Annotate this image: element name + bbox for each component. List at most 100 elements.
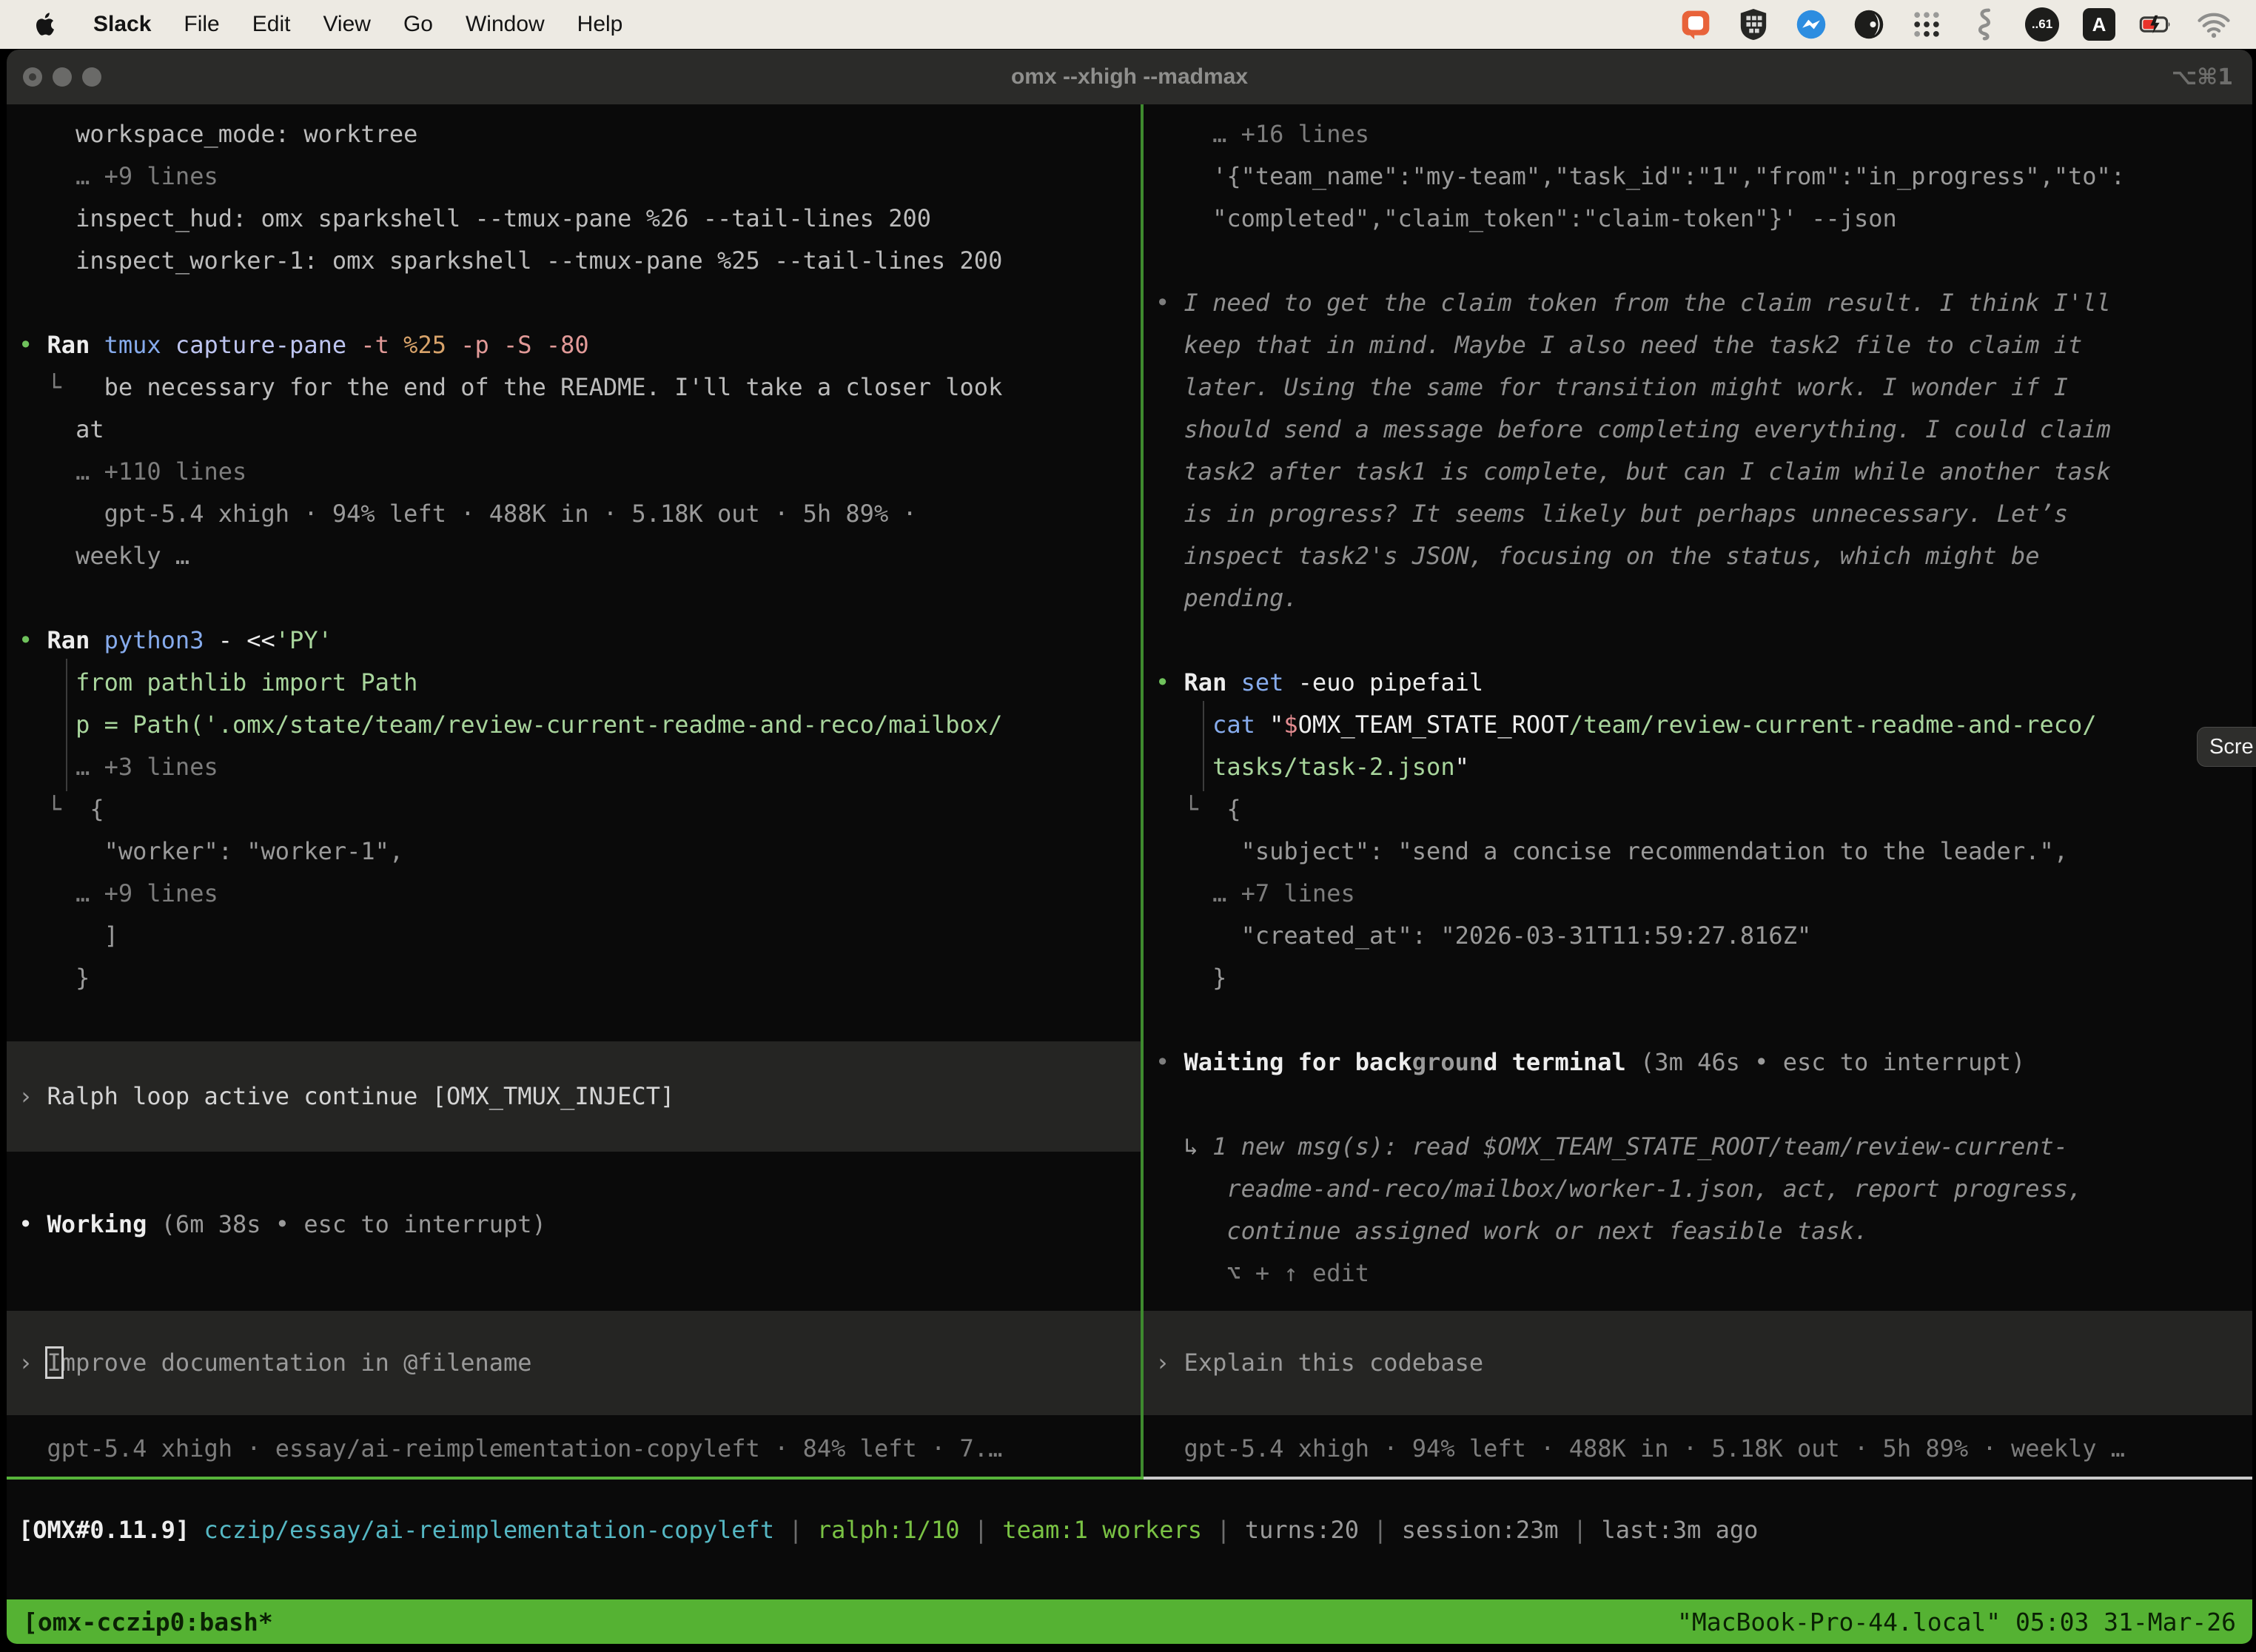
- badge-61-label: ..61: [2032, 17, 2052, 32]
- text-span: Working: [47, 1210, 147, 1238]
- text-span: Ralph loop active continue [OMX_TMUX_INJ…: [47, 1082, 675, 1110]
- terminal-line: pending.: [1155, 577, 2252, 620]
- model-status-line: gpt-5.4 xhigh · essay/ai-reimplementatio…: [19, 1428, 1141, 1470]
- text-span: … +9 lines: [19, 162, 218, 190]
- text-span: p = Path('.omx/state/team/review-current…: [19, 711, 1002, 739]
- text-span: last:3m ago: [1601, 1516, 1758, 1544]
- text-span: "subject": "send a concise recommendatio…: [1155, 837, 2068, 865]
- terminal-line: ]: [19, 915, 1141, 957]
- text-span: 1 new msg(s): read $OMX_TEAM_STATE_ROOT/…: [1212, 1132, 2068, 1161]
- input-source-icon[interactable]: A: [2083, 8, 2115, 41]
- text-span: I need to get the claim token from the c…: [1184, 289, 2111, 317]
- window-title-bar[interactable]: omx --xhigh --madmax ⌥⌘1: [7, 50, 2252, 104]
- terminal-line: "worker": "worker-1",: [19, 830, 1141, 873]
- model-status-line: gpt-5.4 xhigh · 94% left · 488K in · 5.1…: [1155, 1428, 2252, 1470]
- traffic-lights: [23, 50, 101, 104]
- close-button[interactable]: [23, 67, 42, 87]
- text-span: gpt-5.4 xhigh · 94% left · 488K in · 5.1…: [19, 500, 917, 528]
- moon-toggle-icon[interactable]: [1852, 7, 1886, 41]
- text-span: team:1 workers: [1002, 1516, 1202, 1544]
- text-span: gpt-5.4 xhigh · essay/ai-reimplementatio…: [19, 1434, 1002, 1463]
- window-title: omx --xhigh --madmax: [7, 64, 2252, 90]
- text-span: set: [1241, 668, 1284, 696]
- terminal-line: cat "$OMX_TEAM_STATE_ROOT/team/review-cu…: [1155, 704, 2252, 746]
- text-span: └: [1155, 795, 1226, 823]
- terminal-line: └ be necessary for the end of the README…: [19, 366, 1141, 409]
- terminal-line: task2 after task1 is complete, but can I…: [1155, 451, 2252, 493]
- squiggle-icon[interactable]: [1967, 7, 2001, 41]
- minimize-button[interactable]: [53, 67, 72, 87]
- text-span: ↳: [1155, 1132, 1212, 1161]
- prompt-input[interactable]: › Improve documentation in @filename: [7, 1311, 1141, 1415]
- text-span: (6m 38s • esc to interrupt): [147, 1210, 545, 1238]
- terminal-line: inspect_hud: omx sparkshell --tmux-pane …: [19, 198, 1141, 240]
- terminal-line: gpt-5.4 xhigh · 94% left · 488K in · 5.1…: [19, 493, 1141, 535]
- menu-item-slack[interactable]: Slack: [93, 12, 151, 37]
- text-span: … +7 lines: [1155, 879, 1355, 907]
- chat-app-icon[interactable]: [1679, 7, 1713, 41]
- apple-menu-icon[interactable]: [34, 10, 59, 39]
- dots-grid-icon[interactable]: [1910, 7, 1944, 41]
- blank-line: [19, 577, 1141, 620]
- text-span: |: [774, 1516, 817, 1544]
- text-span: Explain this codebase: [1184, 1349, 1484, 1377]
- text-span: -p -S -80: [446, 331, 589, 359]
- ran-cat-command: • Ran set -euo pipefail: [1155, 662, 2252, 704]
- spacer: [1155, 1415, 2252, 1428]
- text-span: 'PY': [275, 626, 332, 654]
- spacer: [19, 1246, 1141, 1311]
- zoom-button[interactable]: [82, 67, 101, 87]
- menu-item-window[interactable]: Window: [466, 12, 545, 37]
- menu-item-view[interactable]: View: [323, 12, 370, 37]
- text-span: groun: [1412, 1048, 1483, 1076]
- wifi-icon[interactable]: [2197, 7, 2231, 41]
- tmux-host-clock: "MacBook-Pro-44.local" 05:03 31-Mar-26: [1677, 1608, 2236, 1636]
- text-span: be necessary for the end of the README. …: [104, 373, 1003, 401]
- text-span: inspect_worker-1: omx sparkshell --tmux-…: [19, 246, 1002, 275]
- text-span: [1155, 711, 1212, 739]
- menu-item-help[interactable]: Help: [577, 12, 623, 37]
- terminal-line: }: [1155, 957, 2252, 999]
- omx-session-status-line: [OMX#0.11.9] cczip/essay/ai-reimplementa…: [19, 1509, 2252, 1551]
- text-span: -t: [346, 331, 389, 359]
- terminal-line: is in progress? It seems likely but perh…: [1155, 493, 2252, 535]
- menu-bar: Slack File Edit View Go Window Help ..61 A: [0, 0, 2256, 49]
- left-terminal-pane[interactable]: workspace_mode: worktree … +9 lines insp…: [7, 104, 1141, 1477]
- text-span: └: [19, 795, 90, 823]
- new-message-note: ↳ 1 new msg(s): read $OMX_TEAM_STATE_ROO…: [1155, 1126, 2252, 1168]
- omx-status-area: [OMX#0.11.9] cczip/essay/ai-reimplementa…: [7, 1480, 2252, 1599]
- waiting-status: • Waiting for background terminal (3m 46…: [1155, 1041, 2252, 1084]
- text-span: "completed","claim_token":"claim-token"}…: [1155, 204, 1897, 232]
- tooltip: Scre: [2197, 727, 2256, 767]
- text-span: d terminal: [1483, 1048, 1626, 1076]
- terminal-line: p = Path('.omx/state/team/review-current…: [19, 704, 1141, 746]
- menu-item-file[interactable]: File: [184, 12, 219, 37]
- terminal-line: readme-and-reco/mailbox/worker-1.json, a…: [1155, 1168, 2252, 1210]
- text-span: - <<: [204, 626, 275, 654]
- terminal-line: … +9 lines: [19, 873, 1141, 915]
- menubar-status-icons: ..61 A: [1679, 7, 2231, 41]
- text-span: turns:20: [1245, 1516, 1359, 1544]
- text-span: keep that in mind. Maybe I also need the…: [1155, 331, 2082, 359]
- text-span: •: [19, 331, 47, 359]
- battery-icon[interactable]: [2139, 7, 2173, 41]
- terminal-line: › Ralph loop active continue [OMX_TMUX_I…: [19, 1075, 1141, 1118]
- terminal-line: └ {: [19, 788, 1141, 830]
- shield-grid-icon[interactable]: [1736, 7, 1770, 41]
- badge-61-icon[interactable]: ..61: [2025, 7, 2059, 41]
- spacer: [19, 1415, 1141, 1428]
- prompt-input[interactable]: › Explain this codebase: [1144, 1311, 2252, 1415]
- terminal-line: … +16 lines: [1155, 113, 2252, 155]
- terminal-line: › Explain this codebase: [1155, 1342, 2252, 1384]
- right-terminal-pane[interactable]: … +16 lines '{"team_name":"my-team","tas…: [1144, 104, 2252, 1477]
- messenger-icon[interactable]: [1794, 7, 1828, 41]
- ralph-loop-banner: › Ralph loop active continue [OMX_TMUX_I…: [7, 1041, 1141, 1152]
- screen: Slack File Edit View Go Window Help ..61 A: [0, 0, 2256, 1652]
- tooltip-text: Scre: [2209, 735, 2254, 759]
- menu-item-go[interactable]: Go: [403, 12, 433, 37]
- terminal-line: workspace_mode: worktree: [19, 113, 1141, 155]
- text-span: OMX_TEAM_STATE_ROOT: [1298, 711, 1569, 739]
- text-span: •: [1155, 1048, 1184, 1076]
- tmux-session-label: [omx-cczip0:bash*: [23, 1608, 273, 1636]
- menu-item-edit[interactable]: Edit: [252, 12, 291, 37]
